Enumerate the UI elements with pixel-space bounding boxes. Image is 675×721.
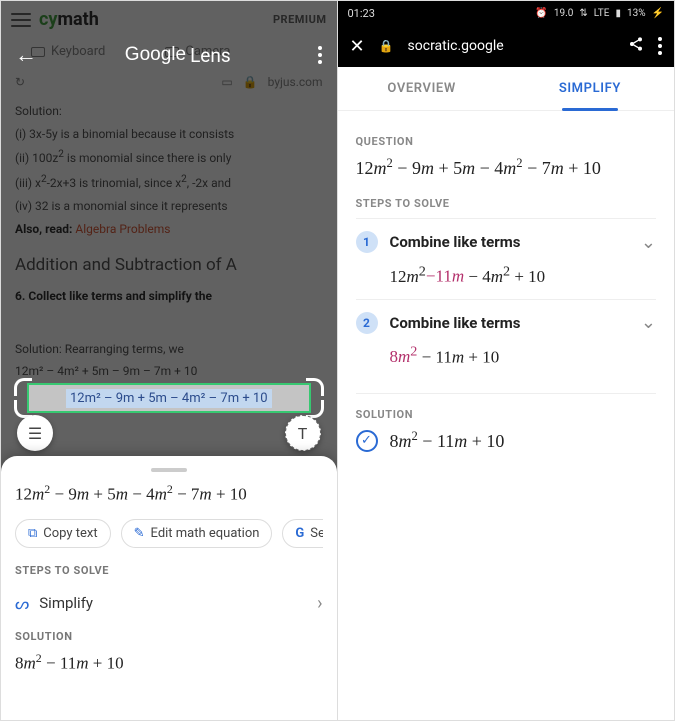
lens-bottom-sheet[interactable]: 12m2 − 9m + 5m − 4m2 − 7m + 10 ⧉Copy tex…	[1, 456, 337, 720]
battery-level: 13%	[627, 8, 646, 19]
result-body: QUESTION 12m2 − 9m + 5m − 4m2 − 7m + 10 …	[338, 111, 675, 466]
status-bar: 01:23 ⏰ 19.0 ⇅ LTE ▮ 13% ⚡	[338, 1, 675, 25]
charging-icon: ⚡	[652, 8, 664, 19]
google-g-icon: G	[295, 526, 304, 541]
step-title: Combine like terms	[390, 314, 629, 332]
solution-label: SOLUTION	[356, 393, 657, 421]
lte-label: LTE	[594, 8, 610, 19]
question-label: QUESTION	[356, 135, 657, 148]
close-icon[interactable]: ✕	[350, 36, 365, 57]
step-1-equation: 12m2−11m − 4m2 + 10	[390, 263, 657, 287]
simplify-icon: ᔕ	[15, 594, 29, 613]
detected-equation: 12m2 − 9m + 5m − 4m2 − 7m + 10	[15, 482, 323, 505]
updown-icon: ⇅	[579, 8, 587, 19]
right-phone: 01:23 ⏰ 19.0 ⇅ LTE ▮ 13% ⚡ ✕ 🔒 socratic.…	[338, 1, 675, 720]
left-phone: cymath PREMIUM Keyboard Camera ↻ ▭ 🔒 byj…	[1, 1, 338, 720]
solution-equation: 8m2 − 11m + 10	[15, 651, 323, 674]
chevron-down-icon: ⌄	[641, 232, 656, 253]
check-icon: ✓	[356, 430, 378, 452]
filter-button[interactable]: ☰	[17, 415, 53, 451]
net-speed: 19.0	[554, 8, 574, 19]
final-solution: 8m2 − 11m + 10	[390, 429, 505, 452]
result-tabs: OVERVIEW SIMPLIFY	[338, 67, 675, 111]
question-equation: 12m2 − 9m + 5m − 4m2 − 7m + 10	[356, 156, 657, 179]
edit-equation-chip[interactable]: ✎Edit math equation	[121, 519, 273, 548]
overflow-icon[interactable]	[658, 37, 662, 55]
browser-bar: ✕ 🔒 socratic.google	[338, 25, 675, 67]
step-2-equation: 8m2 − 11m + 10	[390, 344, 657, 368]
step-2[interactable]: 2 Combine like terms ⌄ 8m2 − 11m + 10	[356, 299, 657, 380]
tab-overview[interactable]: OVERVIEW	[338, 67, 506, 110]
chevron-down-icon: ⌄	[641, 312, 656, 333]
steps-label: STEPS TO SOLVE	[15, 564, 323, 577]
text-icon: T	[298, 424, 308, 443]
solution-row: ✓ 8m2 − 11m + 10	[356, 429, 657, 452]
solution-label: SOLUTION	[15, 630, 323, 643]
alarm-icon: ⏰	[535, 8, 547, 19]
overflow-icon[interactable]	[318, 46, 322, 64]
status-time: 01:23	[348, 7, 375, 20]
sheet-grabber[interactable]	[151, 468, 187, 472]
lock-icon: 🔒	[379, 39, 394, 53]
lens-toolbar: ← Google Lens	[1, 35, 337, 75]
action-chips: ⧉Copy text ✎Edit math equation GSe	[15, 519, 323, 548]
page-url[interactable]: socratic.google	[408, 38, 614, 54]
search-chip[interactable]: GSe	[282, 519, 322, 548]
back-icon[interactable]: ←	[15, 42, 37, 68]
copy-text-chip[interactable]: ⧉Copy text	[15, 519, 111, 548]
steps-label: STEPS TO SOLVE	[356, 197, 657, 210]
tab-simplify[interactable]: SIMPLIFY	[506, 67, 674, 110]
step-badge: 1	[356, 231, 378, 253]
text-select-button[interactable]: T	[285, 415, 321, 451]
step-badge: 2	[356, 312, 378, 334]
simplify-step-row[interactable]: ᔕSimplify ›	[15, 585, 323, 622]
share-icon[interactable]	[628, 36, 644, 56]
pencil-icon: ✎	[134, 526, 145, 541]
signal-icon: ▮	[615, 8, 621, 19]
lens-title: Google Lens	[125, 44, 231, 67]
lens-crop-box[interactable]: 12m² – 9m + 5m – 4m² – 7m + 10	[17, 381, 321, 415]
filter-icon: ☰	[28, 424, 42, 443]
step-1[interactable]: 1 Combine like terms ⌄ 12m2−11m − 4m2 + …	[356, 218, 657, 299]
copy-icon: ⧉	[28, 526, 37, 541]
step-title: Combine like terms	[390, 233, 629, 251]
captured-equation: 12m² – 9m + 5m – 4m² – 7m + 10	[66, 389, 272, 408]
chevron-right-icon: ›	[317, 593, 322, 614]
